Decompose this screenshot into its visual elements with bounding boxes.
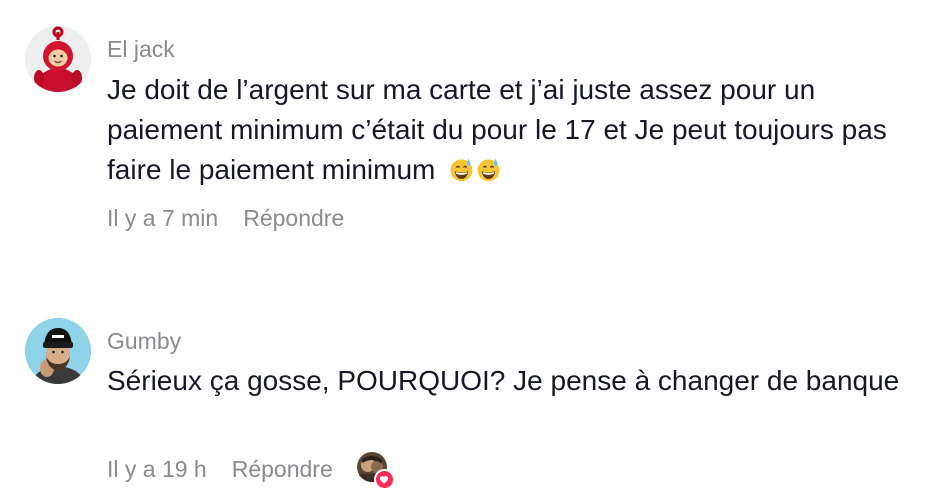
comment-username[interactable]: Gumby (107, 328, 181, 355)
heart-icon (373, 469, 395, 490)
reply-button[interactable]: Répondre (243, 205, 344, 232)
user-avatar[interactable] (25, 26, 91, 92)
comment-item: El jack Je doit de l’argent sur ma carte… (0, 0, 926, 260)
man-with-beanie-avatar-icon (25, 318, 91, 384)
comment-meta: Il y a 19 h Répondre (107, 452, 395, 490)
comment-text: Je doit de l’argent sur ma carte et j’ai… (107, 70, 922, 190)
grinning-sweat-emoji-icon (477, 158, 500, 182)
comment-meta: Il y a 7 min Répondre (107, 205, 344, 232)
comment-username[interactable]: El jack (107, 36, 175, 63)
comment-timestamp: Il y a 7 min (107, 205, 219, 231)
comment-text: Sérieux ça gosse, POURQUOI? Je pense à c… (107, 361, 922, 401)
comment-item: Gumby Sérieux ça gosse, POURQUOI? Je pen… (0, 300, 926, 500)
reply-button[interactable]: Répondre (232, 456, 333, 483)
comment-timestamp: Il y a 19 h (107, 455, 207, 482)
comment-text-content: Sérieux ça gosse, POURQUOI? Je pense à c… (107, 365, 900, 396)
user-avatar[interactable] (25, 318, 91, 384)
grinning-sweat-emoji-icon (450, 158, 473, 182)
creator-liked-badge (356, 452, 395, 490)
teletubby-avatar-icon (25, 26, 91, 92)
